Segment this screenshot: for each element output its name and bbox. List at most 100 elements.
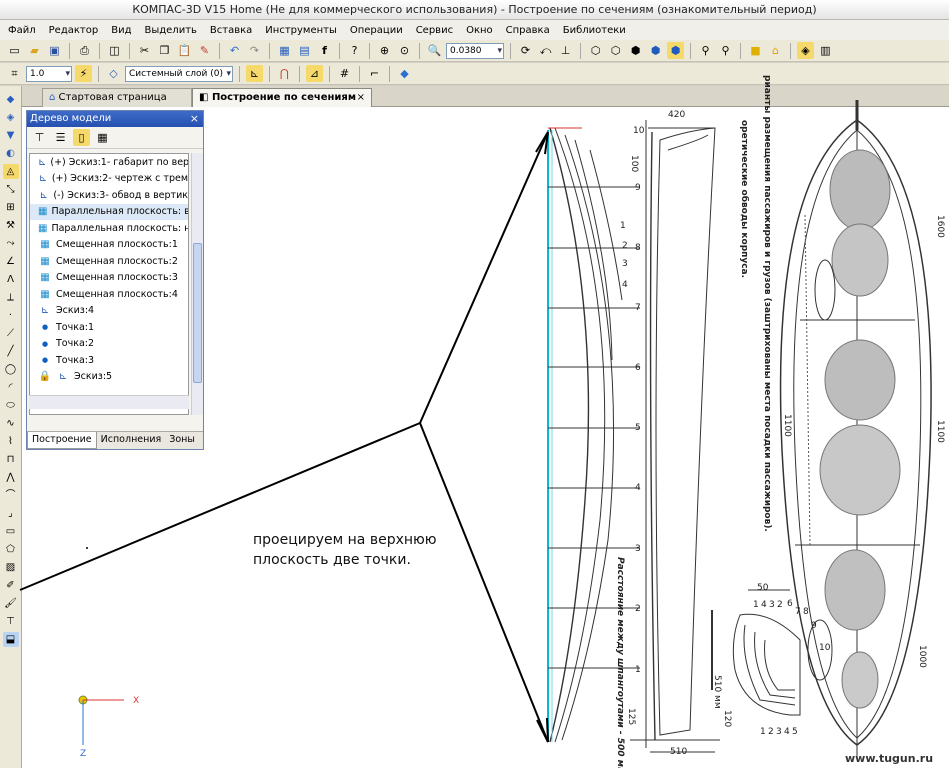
tree-item[interactable]: ▦ Смещенная плоскость:2 <box>30 253 188 270</box>
new-file-icon[interactable]: ▭ <box>6 42 23 59</box>
tree-item[interactable]: ⊾ (+) Эскиз:2- чертеж с трем <box>30 171 188 188</box>
tree-item[interactable]: ● Точка:3 <box>30 352 188 369</box>
color-icon[interactable]: ◆ <box>396 65 413 82</box>
tree-filter-icon[interactable]: ▦ <box>94 129 111 146</box>
hatch-icon[interactable]: ▨ <box>3 560 19 575</box>
tree-item[interactable]: ● Точка:2 <box>30 336 188 353</box>
hammer-icon[interactable]: ⚒ <box>3 218 19 233</box>
tree-horizontal-scrollbar[interactable] <box>29 395 189 409</box>
manager-icon[interactable]: ▦ <box>276 42 293 59</box>
variables-icon[interactable]: ▤ <box>296 42 313 59</box>
menu-tools[interactable]: Инструменты <box>265 25 337 36</box>
tree-item[interactable]: ▦ Параллельная плоскость: н <box>30 220 188 237</box>
menu-insert[interactable]: Вставка <box>210 25 252 36</box>
tree-item[interactable]: 🔒 ⊾ Эскиз:5 <box>30 369 188 386</box>
aux-geometry-icon[interactable]: ◬ <box>2 164 19 179</box>
undo-icon[interactable]: ↶ <box>226 42 243 59</box>
orthogonal-icon[interactable]: ⊾ <box>246 65 263 82</box>
tab-build[interactable]: Построение <box>27 432 97 449</box>
menu-file[interactable]: Файл <box>8 25 36 36</box>
project-icon[interactable]: ⬓ <box>2 632 19 647</box>
local-cs-icon[interactable]: ⌐ <box>366 65 383 82</box>
menu-window[interactable]: Окно <box>466 25 493 36</box>
menu-view[interactable]: Вид <box>111 25 131 36</box>
refresh-icon[interactable]: ⟳ <box>517 42 534 59</box>
point-icon[interactable]: · <box>3 308 19 323</box>
contour-icon[interactable]: ⊓ <box>3 452 19 467</box>
edit-icon[interactable]: ✐ <box>3 578 19 593</box>
tree-item[interactable]: ▦ Параллельная плоскость: в <box>30 203 188 220</box>
fx-icon[interactable]: f <box>316 42 333 59</box>
tree-item[interactable]: ⊾ (-) Эскиз:3- обвод в вертик <box>30 187 189 204</box>
tree-vertical-scrollbar[interactable] <box>191 153 203 415</box>
preview-icon[interactable]: ◫ <box>106 42 123 59</box>
menu-libraries[interactable]: Библиотеки <box>563 25 626 36</box>
shaded-edges-icon[interactable]: ⬢ <box>667 42 684 59</box>
rectangle-icon[interactable]: ▭ <box>3 524 19 539</box>
surfaces-icon[interactable]: ▼ <box>3 128 19 143</box>
save-icon[interactable]: ▣ <box>46 42 63 59</box>
grid-icon[interactable]: # <box>336 65 353 82</box>
chamfer-icon[interactable]: ⌟ <box>3 506 19 521</box>
tree-mode-icon[interactable]: ☰ <box>52 129 69 146</box>
zoom-value-select[interactable]: 0.0380 <box>446 42 504 59</box>
menu-service[interactable]: Сервис <box>416 25 453 36</box>
tree-scroll-thumb[interactable] <box>193 243 202 383</box>
snap-icon[interactable]: ⚲ <box>717 42 734 59</box>
shaded-icon[interactable]: ⬢ <box>647 42 664 59</box>
tree-split-icon[interactable]: ▯ <box>73 129 90 146</box>
zoom-icon[interactable]: 🔍 <box>426 42 443 59</box>
spatial-curves-icon[interactable]: ⤳ <box>3 236 19 251</box>
dimensions-icon[interactable]: ⊞ <box>3 200 19 215</box>
cone-icon[interactable]: Λ <box>3 272 19 287</box>
polygon-icon[interactable]: ⬠ <box>3 542 19 557</box>
tree-item[interactable]: ⊾ Эскиз:4 <box>30 303 188 320</box>
fillet-icon[interactable]: ⌒ <box>3 488 19 503</box>
point-style-icon[interactable]: ⌗ <box>6 65 23 82</box>
geometry-icon[interactable]: ◆ <box>3 92 19 107</box>
paste-icon[interactable]: 📋 <box>176 42 193 59</box>
tree-item[interactable]: ▦ Смещенная плоскость:1 <box>30 237 188 254</box>
layer-select[interactable]: Системный слой (0) <box>125 65 233 82</box>
axis-icon[interactable]: ⟂ <box>3 290 19 305</box>
open-file-icon[interactable]: ▰ <box>26 42 43 59</box>
format-brush-icon[interactable]: ✎ <box>196 42 213 59</box>
filter-icon[interactable]: ⚲ <box>697 42 714 59</box>
parameters-icon[interactable]: ◈ <box>797 42 814 59</box>
orientation-icon[interactable]: ⊥ <box>557 42 574 59</box>
tab-zones[interactable]: Зоны <box>165 432 199 449</box>
ortho-mode-icon[interactable]: ⊿ <box>306 65 323 82</box>
tab-loft-model[interactable]: ◧ Построение по сечениям × <box>192 88 372 107</box>
layer-icon[interactable]: ◇ <box>105 65 122 82</box>
hidden-lines-icon[interactable]: ⬡ <box>607 42 624 59</box>
rotate-icon[interactable]: ⤺ <box>537 42 554 59</box>
polyline-icon[interactable]: ⌇ <box>3 434 19 449</box>
copy-icon[interactable]: ❐ <box>156 42 173 59</box>
tree-view-icon[interactable]: ⊤ <box>31 129 48 146</box>
segment-icon[interactable]: ⟋ <box>3 326 19 341</box>
model-tree-close-icon[interactable]: × <box>190 111 199 127</box>
menu-operations[interactable]: Операции <box>350 25 403 36</box>
menu-help[interactable]: Справка <box>506 25 550 36</box>
tree-item[interactable]: ● Точка:1 <box>30 319 188 336</box>
thin-lines-icon[interactable]: ⬢ <box>627 42 644 59</box>
redo-icon[interactable]: ↷ <box>246 42 263 59</box>
cube-house-icon[interactable]: ⌂ <box>767 42 784 59</box>
tree-item[interactable]: ▦ Смещенная плоскость:3 <box>30 270 188 287</box>
operations-icon[interactable]: ◈ <box>3 110 19 125</box>
brush-icon[interactable]: 🖌 <box>3 596 19 611</box>
tree-item[interactable]: ▦ Смещенная плоскость:4 <box>30 286 188 303</box>
line-width-select[interactable]: 1.0 <box>26 65 72 82</box>
ellipse-icon[interactable]: ⬭ <box>3 398 19 413</box>
tab-close-icon[interactable]: × <box>357 89 365 107</box>
cut-icon[interactable]: ✂ <box>136 42 153 59</box>
print-icon[interactable]: ⎙ <box>76 42 93 59</box>
broken-line-icon[interactable]: ⋀ <box>3 470 19 485</box>
wireframe-icon[interactable]: ⬡ <box>587 42 604 59</box>
tab-start-page[interactable]: ⌂ Стартовая страница <box>42 88 192 107</box>
menu-edit[interactable]: Редактор <box>49 25 99 36</box>
arrays-icon[interactable]: ◐ <box>3 146 19 161</box>
menu-select[interactable]: Выделить <box>144 25 196 36</box>
cube-yellow-icon[interactable]: ■ <box>747 42 764 59</box>
snap-lines-icon[interactable]: ⚡ <box>75 65 92 82</box>
